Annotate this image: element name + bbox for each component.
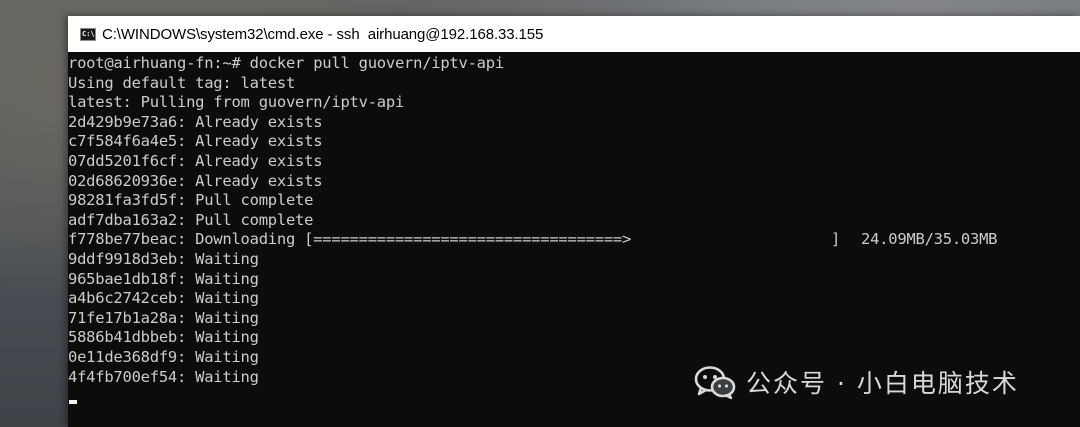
window-title: C:\WINDOWS\system32\cmd.exe - ssh airhua… [102, 25, 544, 43]
window-titlebar[interactable]: C:\ C:\WINDOWS\system32\cmd.exe - ssh ai… [68, 16, 1080, 52]
cmd-console-icon[interactable]: C:\ [80, 27, 96, 41]
terminal-line: root@airhuang-fn:~# docker pull guovern/… [68, 54, 504, 72]
terminal-line: 2d429b9e73a6: Already exists [68, 112, 323, 131]
terminal-line: 965bae1db18f: Waiting [68, 269, 259, 288]
download-line-prefix: f778be77beac: Downloading [=============… [68, 230, 632, 249]
terminal-line: 0e11de368df9: Waiting [68, 348, 259, 366]
terminal-line: 07dd5201f6cf: Already exists [68, 152, 323, 170]
terminal-line: 02d68620936e: Already exists [68, 171, 323, 190]
terminal-line: c7f584f6a4e5: Already exists [68, 132, 323, 151]
terminal-line: 9ddf9918d3eb: Waiting [68, 250, 259, 268]
watermark-text: 公众号 · 小白电脑技术 [746, 369, 1019, 398]
terminal-cursor [69, 400, 77, 404]
terminal-line: latest: Pulling from guovern/iptv-api [68, 93, 405, 112]
watermark: 公众号 · 小白电脑技术 [694, 362, 1019, 402]
terminal-line: 4f4fb700ef54: Waiting [68, 367, 259, 386]
terminal-line: 5886b41dbbeb: Waiting [68, 328, 259, 347]
terminal-line: Using default tag: latest [68, 73, 296, 92]
download-size-text: 24.09MB/35.03MB [861, 230, 998, 249]
terminal-line: adf7dba163a2: Pull complete [68, 210, 314, 229]
terminal-line: 98281fa3fd5f: Pull complete [68, 191, 314, 210]
download-progress-close-bracket: ] [831, 230, 841, 249]
terminal-line: 71fe17b1a28a: Waiting [68, 308, 259, 327]
terminal-line: a4b6c2742ceb: Waiting [68, 289, 259, 308]
console-icon-glyph: C:\ [82, 29, 95, 38]
wechat-icon [694, 366, 736, 399]
